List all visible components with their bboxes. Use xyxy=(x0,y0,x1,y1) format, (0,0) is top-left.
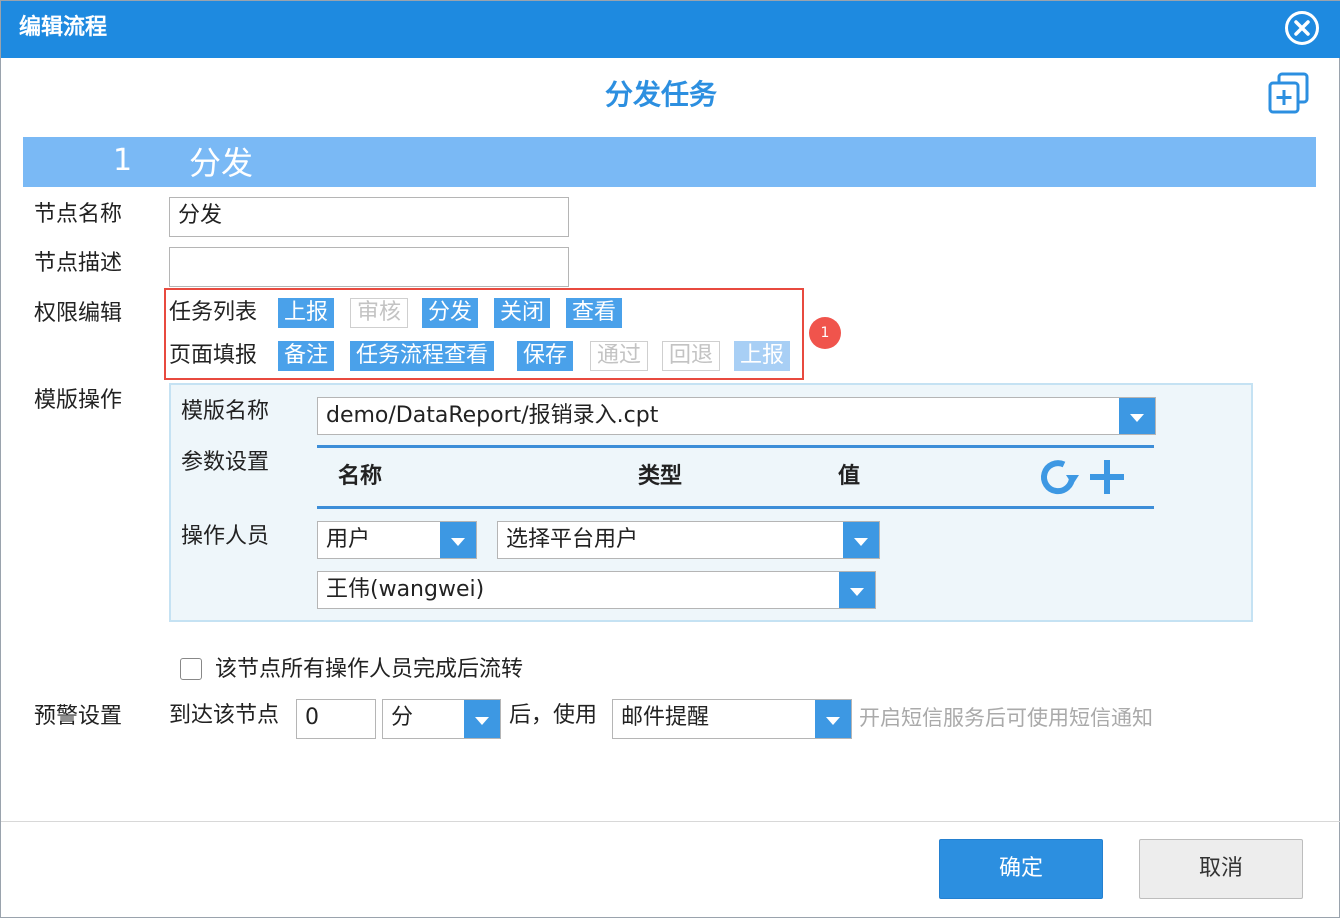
confirm-button[interactable]: 确定 xyxy=(939,839,1103,899)
node-title: 分发 xyxy=(189,144,254,182)
param-col-value: 值 xyxy=(838,464,861,489)
perm-tag-fill-report[interactable]: 上报 xyxy=(734,341,791,371)
edit-flow-dialog: 编辑流程 分发任务 1 分发 节点名称 分发 节点描述 权限编辑 任务列表 上报… xyxy=(0,0,1340,918)
page-title: 分发任务 xyxy=(604,78,717,111)
operator-user-select[interactable]: 王伟(wangwei) xyxy=(317,571,876,609)
refresh-icon[interactable] xyxy=(1039,457,1081,501)
sms-hint: 开启短信服务后可使用短信通知 xyxy=(859,706,1153,730)
perm-tag-fill-save[interactable]: 保存 xyxy=(517,341,574,371)
flow-after-all-checkbox[interactable] xyxy=(180,658,202,680)
param-setting-label: 参数设置 xyxy=(181,450,270,475)
operator-scope-select[interactable]: 选择平台用户 xyxy=(497,521,880,559)
template-name-label: 模版名称 xyxy=(181,399,270,424)
chevron-down-icon[interactable] xyxy=(839,572,875,608)
perm-tag-task-distribute[interactable]: 分发 xyxy=(422,298,479,328)
perm-tag-task-view[interactable]: 查看 xyxy=(566,298,623,328)
node-desc-input[interactable] xyxy=(169,247,569,287)
chevron-down-icon[interactable] xyxy=(440,522,476,558)
template-op-label: 模版操作 xyxy=(34,388,123,413)
perm-tag-fill-flow-view[interactable]: 任务流程查看 xyxy=(350,341,495,371)
warning-unit-value: 分 xyxy=(391,705,414,730)
param-table-bottom-border xyxy=(317,506,1154,509)
perm-tag-fill-approve[interactable]: 通过 xyxy=(590,341,649,371)
node-name-input[interactable]: 分发 xyxy=(169,197,569,237)
chevron-down-icon[interactable] xyxy=(1119,398,1155,434)
annotation-badge: 1 xyxy=(809,317,841,349)
node-number: 1 xyxy=(113,143,133,178)
window-title: 编辑流程 xyxy=(19,15,108,40)
template-name-select[interactable]: demo/DataReport/报销录入.cpt xyxy=(317,397,1156,435)
param-table-top-border xyxy=(317,445,1154,448)
perm-tag-fill-reject[interactable]: 回退 xyxy=(662,341,721,371)
footer-divider xyxy=(1,821,1340,822)
operator-scope-value: 选择平台用户 xyxy=(506,527,639,552)
close-icon xyxy=(1288,14,1316,42)
warning-method-select[interactable]: 邮件提醒 xyxy=(612,699,852,739)
task-list-label: 任务列表 xyxy=(169,300,258,325)
warning-after-text: 后，使用 xyxy=(509,703,598,728)
warning-amount-input[interactable]: 0 xyxy=(296,699,376,739)
operator-type-value: 用户 xyxy=(326,527,371,552)
chevron-down-icon[interactable] xyxy=(815,700,851,738)
perm-tag-fill-note[interactable]: 备注 xyxy=(278,341,335,371)
chevron-down-icon[interactable] xyxy=(464,700,500,738)
perm-tag-task-report[interactable]: 上报 xyxy=(278,298,335,328)
copy-add-icon[interactable] xyxy=(1267,71,1311,115)
warning-prefix: 到达该节点 xyxy=(169,703,280,728)
page-fill-label: 页面填报 xyxy=(169,343,258,368)
chevron-down-icon[interactable] xyxy=(843,522,879,558)
node-name-label: 节点名称 xyxy=(34,202,123,227)
title-bar: 编辑流程 xyxy=(1,1,1340,58)
template-name-value: demo/DataReport/报销录入.cpt xyxy=(326,403,659,428)
cancel-button[interactable]: 取消 xyxy=(1139,839,1303,899)
operator-user-value: 王伟(wangwei) xyxy=(326,577,485,602)
node-desc-label: 节点描述 xyxy=(34,251,123,276)
node-section-header: 1 分发 xyxy=(23,137,1316,187)
operator-type-select[interactable]: 用户 xyxy=(317,521,477,559)
perm-tag-task-review[interactable]: 审核 xyxy=(350,298,409,328)
perm-tag-task-close[interactable]: 关闭 xyxy=(494,298,551,328)
permission-label: 权限编辑 xyxy=(34,301,123,326)
close-button[interactable] xyxy=(1285,11,1319,45)
param-col-type: 类型 xyxy=(638,464,683,489)
warning-label: 预警设置 xyxy=(34,704,123,729)
flow-after-all-label: 该节点所有操作人员完成后流转 xyxy=(215,657,524,682)
param-col-name: 名称 xyxy=(338,464,383,489)
operator-label: 操作人员 xyxy=(181,524,270,549)
warning-method-value: 邮件提醒 xyxy=(621,705,710,730)
add-icon[interactable] xyxy=(1087,457,1127,501)
warning-unit-select[interactable]: 分 xyxy=(382,699,501,739)
